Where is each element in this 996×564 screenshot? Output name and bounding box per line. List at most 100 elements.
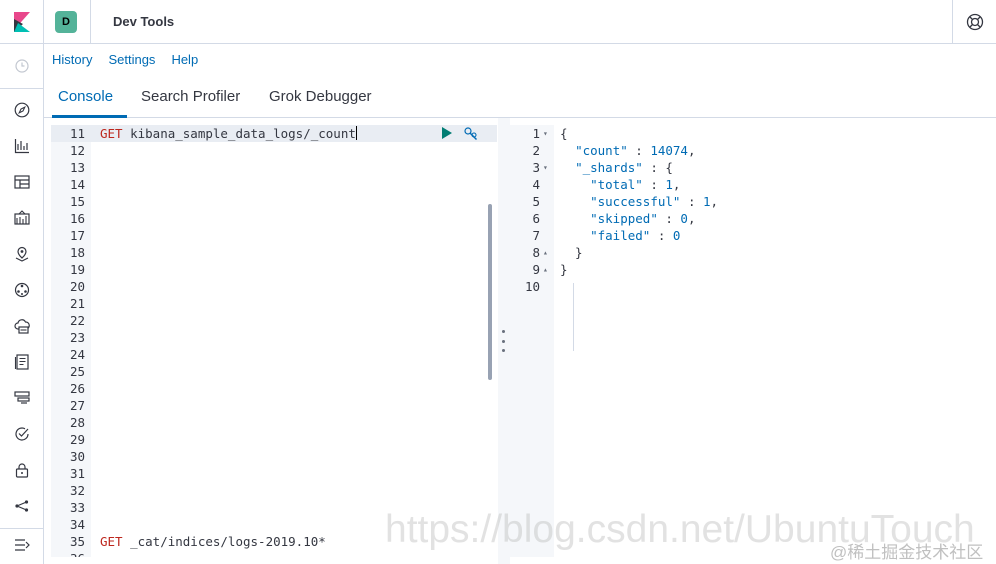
request-editor-scrollbar[interactable] bbox=[488, 204, 492, 380]
request-line[interactable]: 26 bbox=[51, 380, 497, 397]
line-number: 32 bbox=[69, 483, 85, 498]
watermark-site: @稀土掘金技术社区 bbox=[830, 543, 984, 562]
json-number: 14074 bbox=[650, 143, 688, 158]
response-code: "_shards" : { bbox=[560, 159, 673, 176]
request-line[interactable]: 30 bbox=[51, 448, 497, 465]
json-punctuation: : bbox=[680, 194, 703, 209]
logs-icon[interactable] bbox=[12, 352, 32, 372]
line-number: 15 bbox=[69, 194, 85, 209]
request-line[interactable]: 13 bbox=[51, 159, 497, 176]
graph-icon[interactable] bbox=[12, 496, 32, 516]
space-avatar[interactable]: D bbox=[55, 10, 77, 33]
request-line[interactable]: 16 bbox=[51, 210, 497, 227]
json-punctuation bbox=[560, 211, 590, 226]
canvas-icon[interactable] bbox=[12, 208, 32, 228]
line-number: 4 bbox=[532, 177, 540, 192]
json-punctuation: : { bbox=[642, 160, 673, 175]
send-request-play-icon[interactable] bbox=[441, 126, 453, 147]
request-line[interactable]: 22 bbox=[51, 312, 497, 329]
request-code: GET _cat/indices/logs-2019.10* bbox=[100, 533, 326, 550]
fold-toggle-icon[interactable]: ▾ bbox=[543, 159, 548, 176]
fold-toggle-icon[interactable]: ▾ bbox=[543, 125, 548, 142]
line-number: 14 bbox=[69, 177, 85, 192]
response-line: 1 ▾ { bbox=[510, 125, 990, 142]
request-line[interactable]: 11 GET kibana_sample_data_logs/_count bbox=[51, 125, 497, 142]
response-line: 7 "failed" : 0 bbox=[510, 227, 990, 244]
request-line[interactable]: 25 bbox=[51, 363, 497, 380]
line-number: 1 bbox=[532, 126, 540, 141]
infrastructure-icon[interactable] bbox=[12, 316, 32, 336]
json-punctuation bbox=[560, 177, 590, 192]
request-line[interactable]: 29 bbox=[51, 431, 497, 448]
collapse-menu-icon[interactable] bbox=[12, 535, 32, 555]
dev-tools-tabs: Console Search Profiler Grok Debugger bbox=[44, 80, 996, 118]
settings-link[interactable]: Settings bbox=[108, 52, 155, 67]
top-header: D Dev Tools bbox=[0, 0, 996, 44]
request-line[interactable]: 24 bbox=[51, 346, 497, 363]
json-key: "count" bbox=[575, 143, 628, 158]
line-number: 36 bbox=[51, 550, 85, 557]
help-link[interactable]: Help bbox=[171, 52, 198, 67]
visualize-chart-icon[interactable] bbox=[12, 136, 32, 156]
response-code: "successful" : 1, bbox=[560, 193, 718, 210]
request-line[interactable]: 15 bbox=[51, 193, 497, 210]
line-number: 16 bbox=[69, 211, 85, 226]
uptime-icon[interactable] bbox=[12, 424, 32, 444]
request-line[interactable]: 27 bbox=[51, 397, 497, 414]
dashboard-icon[interactable] bbox=[12, 172, 32, 192]
request-line[interactable]: 12 bbox=[51, 142, 497, 159]
machine-learning-icon[interactable] bbox=[12, 280, 32, 300]
header-divider bbox=[90, 0, 91, 44]
apm-icon[interactable] bbox=[12, 388, 32, 408]
history-link[interactable]: History bbox=[52, 52, 92, 67]
response-code: "failed" : 0 bbox=[560, 227, 680, 244]
line-number: 27 bbox=[69, 398, 85, 413]
json-key: "total" bbox=[590, 177, 643, 192]
request-line[interactable]: 14 bbox=[51, 176, 497, 193]
tab-console[interactable]: Console bbox=[58, 88, 113, 105]
response-viewer[interactable]: 1 ▾{2 "count" : 14074, 3 ▾ "_shards" : {4 "… bbox=[510, 125, 990, 557]
siem-lock-icon[interactable] bbox=[12, 460, 32, 480]
discover-compass-icon[interactable] bbox=[12, 100, 32, 120]
recently-viewed-clock-icon[interactable] bbox=[12, 56, 32, 76]
help-menu-button[interactable] bbox=[952, 0, 996, 44]
response-line: 6 "skipped" : 0, bbox=[510, 210, 990, 227]
json-punctuation bbox=[560, 143, 575, 158]
request-line[interactable]: 17 bbox=[51, 227, 497, 244]
pane-resizer-handle[interactable] bbox=[500, 330, 506, 352]
request-editor[interactable]: 11 GET kibana_sample_data_logs/_count 12 13… bbox=[51, 125, 497, 557]
line-number: 25 bbox=[69, 364, 85, 379]
fold-toggle-icon[interactable]: ▴ bbox=[543, 244, 548, 261]
maps-icon[interactable] bbox=[12, 244, 32, 264]
fold-toggle-icon[interactable]: ▴ bbox=[543, 261, 548, 278]
json-key: "_shards" bbox=[575, 160, 643, 175]
help-lifebuoy-icon bbox=[966, 13, 983, 31]
line-number: 13 bbox=[69, 160, 85, 175]
json-punctuation bbox=[560, 228, 590, 243]
tab-grok-debugger[interactable]: Grok Debugger bbox=[269, 88, 372, 105]
line-number: 11 bbox=[69, 126, 85, 141]
request-path: kibana_sample_data_logs/_count bbox=[122, 126, 356, 141]
response-line: 5 "successful" : 1, bbox=[510, 193, 990, 210]
json-number: 1 bbox=[665, 177, 673, 192]
request-line[interactable]: 21 bbox=[51, 295, 497, 312]
request-line[interactable]: 23 bbox=[51, 329, 497, 346]
request-settings-wrench-icon[interactable] bbox=[463, 126, 479, 147]
response-line: 4 "total" : 1, bbox=[510, 176, 990, 193]
request-line[interactable]: 19 bbox=[51, 261, 497, 278]
request-actions bbox=[441, 126, 479, 147]
request-line[interactable]: 32 bbox=[51, 482, 497, 499]
line-number: 20 bbox=[69, 279, 85, 294]
kibana-logo-icon[interactable] bbox=[0, 0, 44, 44]
tab-search-profiler[interactable]: Search Profiler bbox=[141, 88, 240, 105]
json-punctuation: , bbox=[687, 143, 696, 158]
line-number: 2 bbox=[532, 143, 540, 158]
request-line[interactable]: 31 bbox=[51, 465, 497, 482]
line-number: 35 bbox=[69, 534, 85, 549]
request-line[interactable]: 20 bbox=[51, 278, 497, 295]
request-line[interactable]: 28 bbox=[51, 414, 497, 431]
dev-tools-menu: History Settings Help bbox=[52, 52, 198, 67]
request-path: _cat/indices/logs-2019.10* bbox=[122, 534, 326, 549]
response-code: "skipped" : 0, bbox=[560, 210, 695, 227]
request-line[interactable]: 18 bbox=[51, 244, 497, 261]
